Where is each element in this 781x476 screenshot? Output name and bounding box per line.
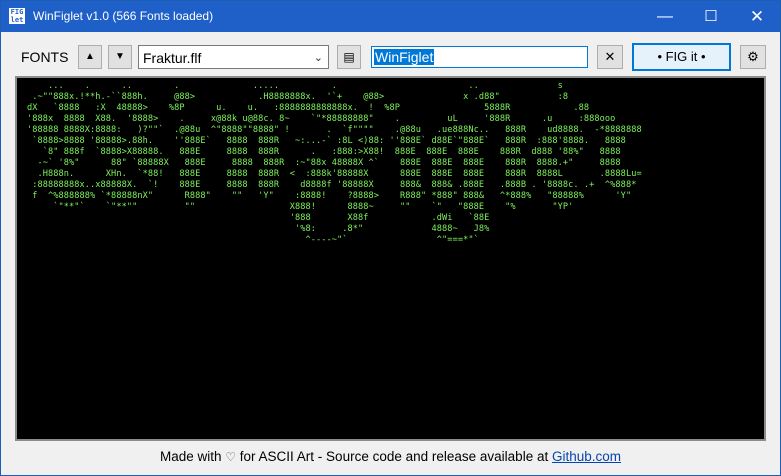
previous-font-button[interactable]: ▲ (78, 45, 102, 69)
triangle-up-icon: ▲ (85, 51, 95, 62)
save-icon: ▤ (343, 50, 355, 64)
footer-text-after: for ASCII Art - Source code and release … (236, 449, 552, 464)
fonts-label: FONTS (21, 49, 69, 65)
footer: Made with ♡ for ASCII Art - Source code … (1, 449, 780, 464)
title-bar[interactable]: FIG let WinFiglet v1.0 (566 Fonts loaded… (1, 1, 780, 32)
next-font-button[interactable]: ▼ (108, 45, 132, 69)
settings-button[interactable]: ⚙ (740, 45, 766, 69)
save-button[interactable]: ▤ (337, 45, 361, 69)
maximize-icon[interactable]: ☐ (688, 1, 734, 32)
figlet-text-input[interactable]: WinFiglet (371, 46, 588, 68)
selected-font-value: Fraktur.flf (143, 50, 202, 66)
close-icon[interactable]: ✕ (734, 1, 780, 32)
triangle-down-icon: ▼ (115, 51, 125, 62)
gear-icon: ⚙ (747, 49, 759, 64)
figlet-app-icon: FIG let (9, 8, 25, 24)
app-window: FIG let WinFiglet v1.0 (566 Fonts loaded… (0, 0, 781, 476)
font-select[interactable]: Fraktur.flf ⌄ (138, 45, 329, 69)
input-selected-text: WinFiglet (374, 49, 435, 65)
close-icon: ✕ (604, 49, 616, 64)
fig-it-button[interactable]: • FIG it • (632, 43, 731, 71)
footer-text-before: Made with (159, 449, 226, 464)
window-title: WinFiglet v1.0 (566 Fonts loaded) (33, 9, 214, 23)
ascii-art-output: ... . .. . ..... . .. s .~""888x.!**h.-`… (27, 81, 642, 245)
github-link[interactable]: Github.com (552, 449, 621, 464)
app-icon-text: FIG let (10, 8, 24, 24)
chevron-down-icon: ⌄ (313, 52, 323, 64)
ascii-output-panel[interactable]: ... . .. . ..... . .. s .~""888x.!**h.-`… (15, 76, 766, 441)
clear-button[interactable]: ✕ (597, 45, 623, 69)
minimize-icon[interactable]: — (642, 1, 688, 32)
heart-icon: ♡ (225, 450, 237, 464)
